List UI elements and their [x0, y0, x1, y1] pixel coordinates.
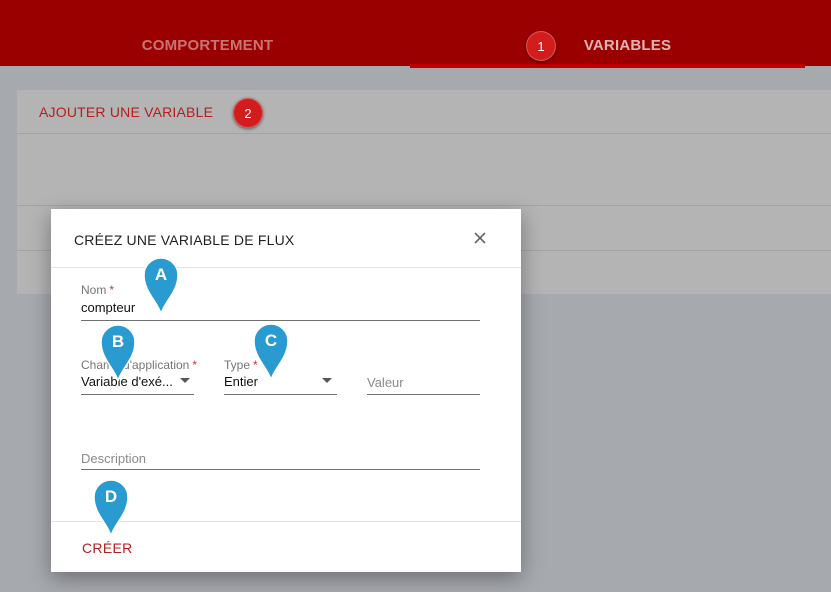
step-badge-1: 1	[526, 31, 556, 61]
callout-pin-d: D	[93, 479, 129, 537]
close-icon[interactable]	[471, 229, 489, 247]
callout-d-label: D	[105, 487, 117, 506]
panel-divider	[17, 205, 831, 206]
description-input[interactable]: Description	[81, 433, 480, 470]
callout-c-label: C	[265, 331, 277, 350]
add-variable-button[interactable]: AJOUTER UNE VARIABLE	[39, 104, 213, 120]
panel-divider	[17, 133, 831, 134]
type-select-label: Type	[224, 358, 251, 372]
callout-a-label: A	[155, 265, 167, 284]
value-input-placeholder: Valeur	[367, 375, 404, 390]
name-field-label: Nom	[81, 283, 107, 297]
dialog-title: CRÉEZ UNE VARIABLE DE FLUX	[74, 232, 295, 248]
create-button[interactable]: CRÉER	[82, 540, 133, 556]
description-input-placeholder: Description	[81, 451, 147, 466]
tab-comportement-label: COMPORTEMENT	[141, 36, 274, 54]
dialog-header-divider	[51, 267, 521, 268]
chevron-down-icon	[322, 378, 332, 383]
step-badge-2-text: 2	[244, 105, 252, 121]
required-marker: *	[109, 283, 115, 297]
callout-pin-b: B	[100, 324, 136, 382]
tab-variables[interactable]: VARIABLES	[410, 0, 805, 66]
callout-pin-c: C	[253, 323, 289, 381]
callout-pin-a: A	[143, 257, 179, 315]
close-icon-glyph	[474, 232, 486, 244]
active-tab-indicator	[410, 64, 805, 68]
value-input[interactable]: Valeur	[367, 358, 480, 395]
step-badge-1-text: 1	[537, 38, 545, 54]
callout-b-label: B	[112, 332, 124, 351]
tab-variables-label: VARIABLES	[583, 36, 672, 54]
top-tab-bar: COMPORTEMENT VARIABLES	[0, 0, 831, 68]
step-badge-2: 2	[233, 98, 263, 128]
required-marker: *	[192, 358, 198, 372]
tab-comportement[interactable]: COMPORTEMENT	[0, 0, 415, 66]
chevron-down-icon	[180, 378, 190, 383]
